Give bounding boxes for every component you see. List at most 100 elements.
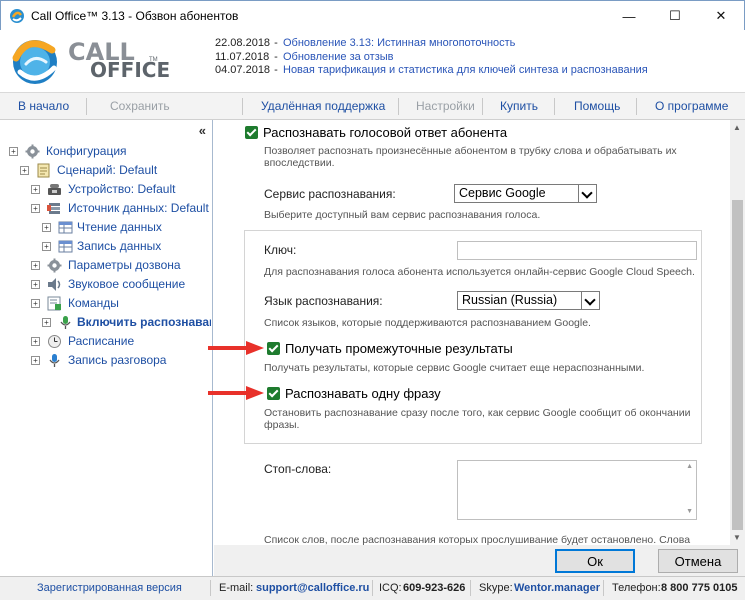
- service-select-value: Сервис Google: [459, 186, 546, 200]
- news-list: 22.08.2018 - Обновление 3.13: Истинная м…: [215, 37, 648, 78]
- app-icon: [10, 8, 24, 23]
- status-separator: [603, 580, 604, 596]
- icq-label: ICQ:: [379, 582, 402, 594]
- window-title: Call Office™ 3.13 - Обзвон абонентов: [31, 8, 239, 23]
- help-link[interactable]: Помощь: [574, 99, 620, 113]
- news-link[interactable]: Обновление 3.13: Истинная многопоточност…: [283, 37, 515, 51]
- toolbar-separator: [86, 98, 87, 115]
- tree-item-schedule[interactable]: + Расписание: [0, 332, 211, 351]
- news-item: 22.08.2018 - Обновление 3.13: Истинная м…: [215, 37, 648, 51]
- maximize-button[interactable]: ☐: [652, 1, 698, 31]
- annotation-arrow-icon: [208, 341, 264, 355]
- language-select-value: Russian (Russia): [462, 293, 558, 307]
- toolbar-separator: [482, 98, 483, 115]
- tree-label: Запись разговора: [68, 353, 167, 367]
- commands-icon: [47, 296, 61, 311]
- cancel-button[interactable]: Отмена: [658, 549, 738, 573]
- language-hint: Список языков, которые поддерживаются ра…: [264, 317, 591, 329]
- stopwords-hint: Список слов, после распознавания которых…: [264, 534, 691, 545]
- home-link[interactable]: В начало: [18, 99, 69, 113]
- tree-item-dial-params[interactable]: + Параметры дозвона: [0, 256, 211, 275]
- service-select[interactable]: Сервис Google: [454, 184, 597, 203]
- interim-results-checkbox[interactable]: [267, 342, 280, 355]
- tree-item-call-recording[interactable]: + Запись разговора: [0, 351, 211, 370]
- logo-text-office: OFFICE: [90, 58, 171, 82]
- config-tree: + Конфигурация + Сценарий: Default + Уст…: [0, 142, 211, 370]
- dialog-buttons: Ок Отмена: [214, 545, 745, 576]
- settings-panel: Распознавать голосовой ответ абонента По…: [214, 120, 730, 545]
- recognize-voice-hint: Позволяет распознать произнесённые абоне…: [264, 145, 677, 157]
- scroll-down-icon[interactable]: ▼: [686, 508, 693, 515]
- remote-support-link[interactable]: Удалённая поддержка: [261, 99, 385, 113]
- key-input[interactable]: [457, 241, 697, 260]
- news-link[interactable]: Новая тарификация и статистика для ключе…: [283, 64, 648, 78]
- recognize-voice-hint: впоследствии.: [264, 157, 335, 169]
- microphone-icon: [60, 316, 71, 329]
- stopwords-label: Стоп-слова:: [264, 462, 332, 476]
- tree-toggle[interactable]: +: [31, 299, 40, 308]
- save-link[interactable]: Сохранить: [110, 99, 170, 113]
- tree-item-datasource[interactable]: + Источник данных: Default: [0, 199, 211, 218]
- service-hint: Выберите доступный вам сервис распознава…: [264, 209, 541, 221]
- key-label: Ключ:: [264, 243, 297, 257]
- tree-toggle[interactable]: +: [31, 337, 40, 346]
- ok-button[interactable]: Ок: [555, 549, 635, 573]
- tree-label: Включить распознавание: [77, 315, 211, 329]
- tree-item-commands[interactable]: + Команды: [0, 294, 211, 313]
- tree-item-sound-message[interactable]: + Звуковое сообщение: [0, 275, 211, 294]
- toolbar: В начало Сохранить Удалённая поддержка Н…: [0, 92, 745, 120]
- gear-icon: [25, 144, 40, 159]
- tree-item-write-data[interactable]: + Запись данных: [0, 237, 211, 256]
- tree-toggle[interactable]: +: [31, 356, 40, 365]
- interim-results-hint: Получать результаты, которые сервис Goog…: [264, 362, 645, 374]
- news-link[interactable]: Обновление за отзыв: [283, 51, 394, 65]
- key-hint: Для распознавания голоса абонента исполь…: [264, 266, 695, 278]
- tree-toggle[interactable]: +: [31, 261, 40, 270]
- scroll-up-icon[interactable]: ▲: [686, 463, 693, 470]
- minimize-button[interactable]: —: [606, 1, 652, 31]
- content-scrollbar[interactable]: ▲ ▼: [730, 120, 745, 545]
- sidebar: « + Конфигурация + Сценарий: Default + У…: [0, 120, 213, 576]
- tree-label: Источник данных: Default: [68, 201, 209, 215]
- single-phrase-hint: Остановить распознавание сразу после тог…: [264, 407, 691, 419]
- news-date: 22.08.2018: [215, 37, 271, 49]
- tree-toggle[interactable]: +: [9, 147, 18, 156]
- close-button[interactable]: ✕: [698, 1, 744, 31]
- tree-toggle[interactable]: +: [42, 242, 51, 251]
- sidebar-collapse-button[interactable]: «: [199, 123, 206, 138]
- about-link[interactable]: О программе: [655, 99, 728, 113]
- scrollbar-thumb[interactable]: [732, 200, 743, 530]
- news-dash: -: [274, 64, 278, 76]
- stopwords-textarea[interactable]: ▲ ▼: [457, 460, 697, 520]
- tree-toggle[interactable]: +: [31, 280, 40, 289]
- tree-item-config[interactable]: + Конфигурация: [0, 142, 211, 161]
- tree-toggle[interactable]: +: [31, 204, 40, 213]
- toolbar-separator: [554, 98, 555, 115]
- tree-item-enable-recognition[interactable]: + Включить распознавание: [0, 313, 211, 332]
- skype-link[interactable]: Wentor.manager: [514, 582, 600, 594]
- language-select[interactable]: Russian (Russia): [457, 291, 600, 310]
- tree-item-device[interactable]: + Устройство: Default: [0, 180, 211, 199]
- scroll-up-icon[interactable]: ▲: [733, 123, 741, 132]
- settings-link[interactable]: Настройки: [416, 99, 475, 113]
- status-separator: [470, 580, 471, 596]
- registered-version-link[interactable]: Зарегистрированная версия: [37, 582, 182, 594]
- tree-item-read-data[interactable]: + Чтение данных: [0, 218, 211, 237]
- scroll-down-icon[interactable]: ▼: [733, 533, 741, 542]
- chevron-down-icon: [581, 292, 599, 309]
- toolbar-separator: [398, 98, 399, 115]
- news-date: 11.07.2018: [215, 50, 270, 63]
- recognize-voice-checkbox[interactable]: [245, 126, 258, 139]
- buy-link[interactable]: Купить: [500, 99, 538, 113]
- news-date: 04.07.2018: [215, 64, 271, 76]
- email-link[interactable]: support@calloffice.ru: [256, 582, 369, 594]
- tree-toggle[interactable]: +: [31, 185, 40, 194]
- news-item: 11.07.2018 - Обновление за отзыв: [215, 51, 648, 65]
- tree-toggle[interactable]: +: [20, 166, 29, 175]
- tree-toggle[interactable]: +: [42, 223, 51, 232]
- single-phrase-checkbox[interactable]: [267, 387, 280, 400]
- tree-toggle[interactable]: +: [42, 318, 51, 327]
- tree-item-scenario[interactable]: + Сценарий: Default: [0, 161, 211, 180]
- news-dash: -: [274, 37, 278, 49]
- single-phrase-label: Распознавать одну фразу: [285, 386, 441, 401]
